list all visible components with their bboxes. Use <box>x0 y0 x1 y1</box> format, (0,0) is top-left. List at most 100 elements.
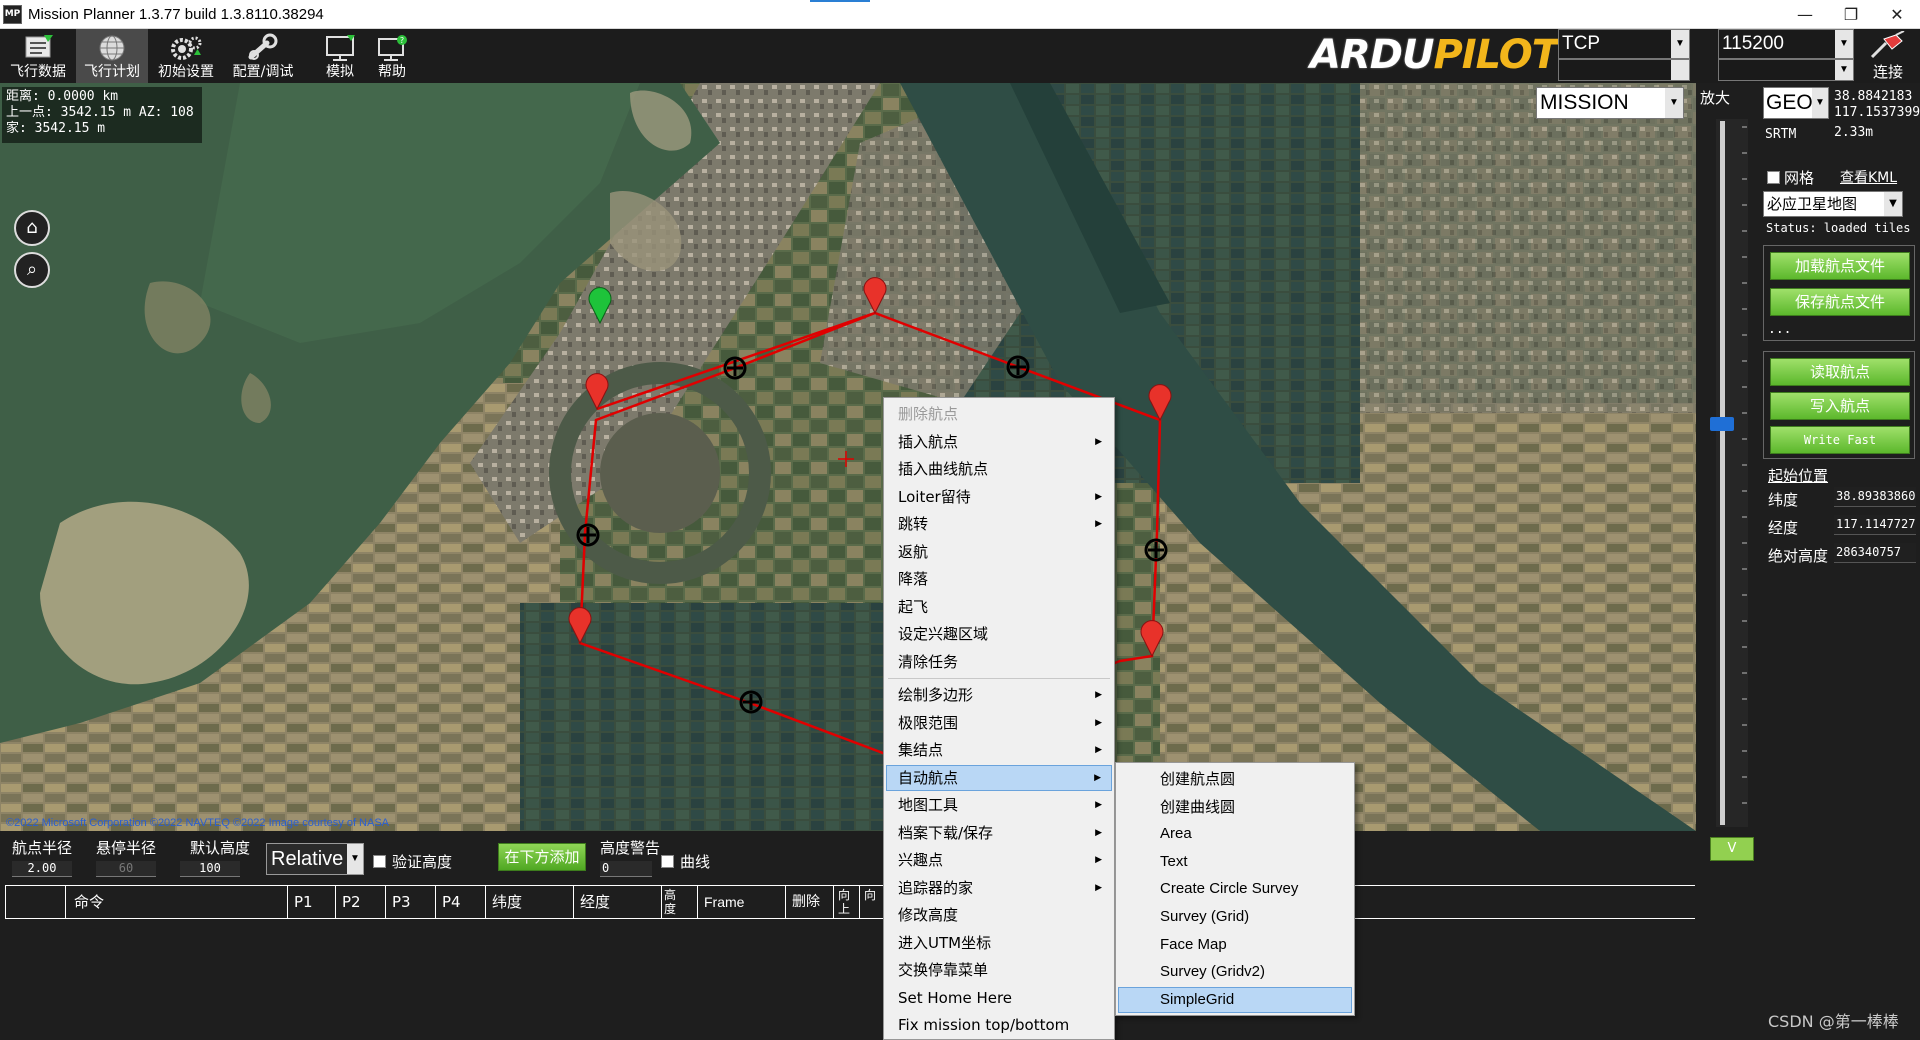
submenu-item[interactable]: Survey (Gridv2) <box>1118 959 1352 985</box>
column-header-down[interactable]: 向 <box>859 886 885 918</box>
home-lng-field[interactable]: 117.1147727 <box>1834 515 1916 535</box>
context-menu-item[interactable]: 地图工具 ▶ <box>886 792 1112 818</box>
loiter-radius-field[interactable]: 60 <box>96 861 156 877</box>
toolbar-initial-setup[interactable]: 初始设置 <box>150 29 222 83</box>
coordinate-system-select[interactable]: GEO ▼ <box>1763 87 1829 119</box>
verify-height-checkbox[interactable] <box>373 855 386 868</box>
context-menu-item[interactable]: 追踪器的家 ▶ <box>886 875 1112 901</box>
context-menu-item[interactable]: 降落 <box>886 566 1112 592</box>
read-wp-button[interactable]: 读取航点 <box>1770 358 1910 386</box>
home-alt-field[interactable]: 286340757 <box>1834 543 1916 563</box>
map-type-select[interactable]: 必应卫星地图 ▼ <box>1763 191 1903 217</box>
submenu-item[interactable]: 创建曲线圆 <box>1118 794 1352 820</box>
ruler-tool-icon[interactable]: ⌂ <box>14 210 50 246</box>
context-menu-item[interactable]: 修改高度 <box>886 902 1112 928</box>
column-header-up[interactable]: 向上 <box>833 886 859 918</box>
restore-button[interactable]: ❐ <box>1828 0 1874 29</box>
home-lat-field[interactable]: 38.89383860 <box>1834 487 1916 507</box>
column-header-lng[interactable]: 经度 <box>573 886 661 918</box>
map-view[interactable]: 距离: 0.0000 km 上一点: 3542.15 m AZ: 108 家: … <box>0 83 1696 831</box>
submenu-item[interactable]: Survey (Grid) <box>1118 904 1352 930</box>
close-button[interactable]: ✕ <box>1874 0 1920 29</box>
column-header-p2[interactable]: P2 <box>335 886 385 918</box>
monitor-icon <box>326 35 355 61</box>
zoom-slider-thumb[interactable] <box>1710 416 1734 431</box>
route-midpoint-marker[interactable] <box>576 523 600 547</box>
svg-text:?: ? <box>400 36 404 45</box>
write-wp-button[interactable]: 写入航点 <box>1770 392 1910 420</box>
home-location-label[interactable]: 起始位置 <box>1768 465 1828 486</box>
column-header-alt[interactable]: 高度 <box>661 886 681 918</box>
chevron-down-icon <box>1671 60 1689 80</box>
save-wp-file-button[interactable]: 保存航点文件 <box>1770 288 1910 316</box>
column-header-p4[interactable]: P4 <box>435 886 485 918</box>
grid-checkbox[interactable] <box>1767 171 1780 184</box>
context-menu-item[interactable]: 档案下载/保存 ▶ <box>886 820 1112 846</box>
toolbar-flight-plan[interactable]: 飞行计划 <box>76 29 148 83</box>
flight-mode-select[interactable]: MISSION ▼ <box>1536 87 1684 119</box>
connection-port-select[interactable] <box>1558 59 1690 81</box>
column-header-command[interactable]: 命令 <box>65 886 287 918</box>
submenu-arrow-icon: ▶ <box>1095 855 1102 865</box>
route-midpoint-marker[interactable] <box>739 690 763 714</box>
context-menu-item[interactable]: 清除任务 <box>886 649 1112 675</box>
context-menu-item[interactable]: 插入航点 ▶ <box>886 429 1112 455</box>
menu-item-label: 绘制多边形 <box>898 686 974 704</box>
default-alt-field[interactable]: 100 <box>180 861 240 877</box>
minimize-button[interactable]: — <box>1782 0 1828 29</box>
connect-button[interactable]: 连接 <box>1858 30 1918 83</box>
submenu-item[interactable]: SimpleGrid <box>1118 986 1352 1013</box>
zoom-magnifier-icon[interactable]: ⌕ <box>14 252 50 288</box>
context-menu-item[interactable]: 跳转 ▶ <box>886 511 1112 537</box>
context-menu-item[interactable]: Loiter留待 ▶ <box>886 484 1112 510</box>
baud-rate-select[interactable]: 115200 ▼ <box>1718 29 1854 59</box>
context-menu-item[interactable]: 插入曲线航点 <box>886 456 1112 482</box>
context-menu-item[interactable]: Fix mission top/bottom <box>886 1012 1112 1038</box>
column-header-lat[interactable]: 纬度 <box>485 886 573 918</box>
submenu-item[interactable]: 创建航点圆 <box>1118 766 1352 792</box>
column-header-delete[interactable]: 删除 <box>785 886 833 918</box>
context-menu-item[interactable]: 返航 <box>886 539 1112 565</box>
context-menu-item[interactable]: 集结点 ▶ <box>886 737 1112 763</box>
main-toolbar: 飞行数据 飞行计划 初始设置 配置/调试 模拟 ? 帮助 ARDUPILOT T… <box>0 29 1920 83</box>
wp-radius-field[interactable]: 2.00 <box>12 861 72 877</box>
context-menu-item[interactable]: 兴趣点 ▶ <box>886 847 1112 873</box>
menu-item-label: 交换停靠菜单 <box>898 961 989 979</box>
column-header-p1[interactable]: P1 <box>287 886 335 918</box>
zoom-toggle-button[interactable]: V <box>1710 837 1754 861</box>
route-midpoint-marker[interactable] <box>723 356 747 380</box>
context-menu-item[interactable]: 起飞 <box>886 594 1112 620</box>
context-menu-item[interactable]: Set Home Here <box>886 985 1112 1011</box>
column-header[interactable] <box>5 886 65 918</box>
chevron-down-icon: ▼ <box>347 844 363 874</box>
context-menu-item[interactable]: 设定兴趣区域 <box>886 621 1112 647</box>
spline-checkbox[interactable] <box>661 855 674 868</box>
column-header-p3[interactable]: P3 <box>385 886 435 918</box>
submenu-item[interactable]: Text <box>1118 849 1352 875</box>
load-wp-file-button[interactable]: 加载航点文件 <box>1770 252 1910 280</box>
column-header-frame[interactable]: Frame <box>697 886 785 918</box>
toolbar-help[interactable]: ? 帮助 <box>356 29 428 83</box>
context-menu-item[interactable]: 交换停靠菜单 <box>886 957 1112 983</box>
toolbar-label: 帮助 <box>378 64 406 80</box>
add-below-button[interactable]: 在下方添加 <box>498 843 586 871</box>
view-kml-link[interactable]: 查看KML <box>1840 167 1897 187</box>
route-midpoint-marker[interactable] <box>1144 538 1168 562</box>
context-menu-item[interactable]: 绘制多边形 ▶ <box>886 682 1112 708</box>
context-menu-item[interactable]: 极限范围 ▶ <box>886 710 1112 736</box>
toolbar-config-tuning[interactable]: 配置/调试 <box>224 29 302 83</box>
submenu-arrow-icon: ▶ <box>1095 491 1102 502</box>
submenu-item[interactable]: Area <box>1118 821 1352 847</box>
alt-warning-field[interactable]: 0 <box>600 861 652 877</box>
connection-type-select[interactable]: TCP ▼ <box>1558 29 1690 59</box>
write-fast-button[interactable]: Write Fast <box>1770 426 1910 454</box>
context-menu-item[interactable]: 自动航点 ▶ <box>886 764 1112 791</box>
toolbar-flight-data[interactable]: 飞行数据 <box>2 29 74 83</box>
altitude-frame-select[interactable]: Relative ▼ <box>266 843 364 875</box>
context-menu-item[interactable]: 进入UTM坐标 <box>886 930 1112 956</box>
menu-item-label: 设定兴趣区域 <box>898 625 989 643</box>
submenu-item[interactable]: Create Circle Survey <box>1118 876 1352 902</box>
route-midpoint-marker[interactable] <box>1006 355 1030 379</box>
connection-extra-select[interactable]: ▼ <box>1718 59 1854 81</box>
submenu-item[interactable]: Face Map <box>1118 932 1352 958</box>
